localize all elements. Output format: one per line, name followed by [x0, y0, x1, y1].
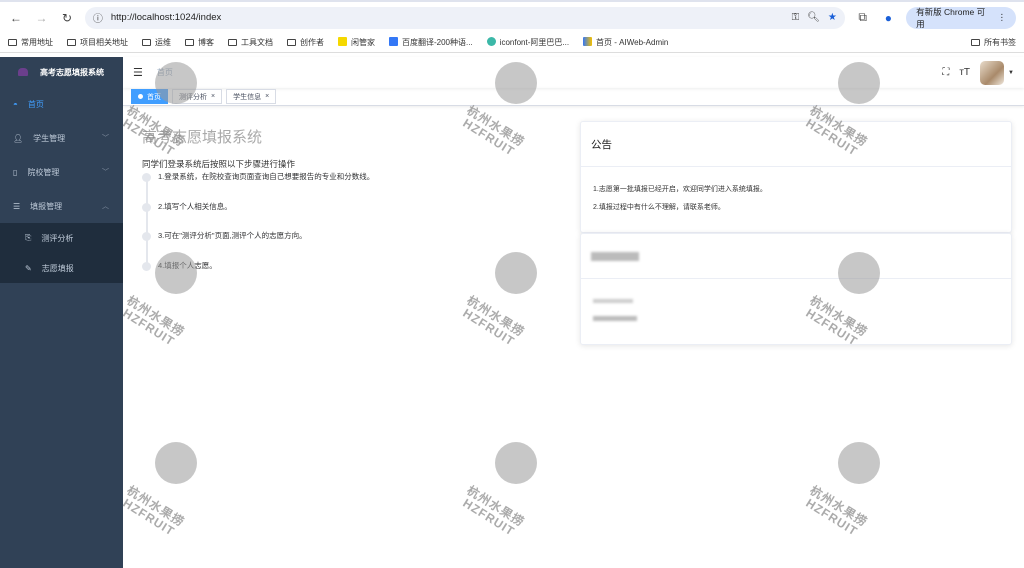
all-bookmarks[interactable]: 所有书签	[971, 37, 1016, 48]
folder-icon	[228, 39, 237, 46]
xianguanjia-icon	[338, 37, 347, 46]
bookmark[interactable]: 运维	[142, 37, 171, 48]
bookmark[interactable]: 百度翻译-200种语...	[389, 37, 473, 48]
back-icon[interactable]: ←	[8, 11, 24, 25]
menu-icon[interactable]: ⋮	[998, 12, 1007, 23]
info-icon[interactable]: ⓘ	[93, 10, 103, 25]
hamburger-icon[interactable]: ☰	[133, 66, 143, 79]
book-icon: ▯	[13, 167, 18, 177]
chrome-update-button[interactable]: 有新版 Chrome 可用 ⋮	[906, 6, 1016, 29]
app-title: 高考志愿填报系统	[40, 67, 104, 77]
profile-icon[interactable]: ●	[881, 11, 897, 25]
chevron-down-icon: ﹀	[102, 135, 109, 142]
aiweb-icon	[583, 37, 593, 46]
sidebar-item-applications[interactable]: ☰ 填报管理 ︿	[0, 189, 123, 223]
steps-timeline: 1.登录系统，在院校查询页面查询自己想要报告的专业和分数线。 2.填写个人相关信…	[142, 172, 374, 290]
breadcrumb[interactable]: 首页	[157, 67, 173, 78]
page-title: 高考志愿填报系统	[142, 129, 263, 146]
bookmark[interactable]: 工具文档	[228, 37, 273, 48]
bookmark[interactable]: 闲管家	[338, 37, 375, 48]
notice-card: 公告 1.志愿第一批填报已经开启，欢迎同学们进入系统填报。 2.填报过程中有什么…	[580, 121, 1012, 233]
blurred-card-title	[581, 234, 1011, 279]
reload-icon[interactable]: ↻	[59, 11, 75, 25]
app: 高考志愿填报系统 ◓ 首页 👤︎ 学生管理 ﹀ ▯ 院校管理 ﹀ ☰ 填报管理 ︿ ⎘ 测评分析…	[0, 57, 1024, 568]
sidebar-logo[interactable]: 高考志愿填报系统	[0, 57, 123, 87]
document-icon: ⎘	[25, 233, 32, 242]
dashboard: 高考志愿填报系统 同学们登录系统后按照以下步骤进行操作 1.登录系统，在院校查询…	[123, 106, 1024, 568]
sidebar-item-fill-application[interactable]: ✎ 志愿填报	[0, 253, 123, 283]
notice-line: 2.填报过程中有什么不理解，请联系老师。	[593, 204, 725, 211]
edit-icon: ✎	[25, 263, 32, 273]
timeline-item: 1.登录系统，在院校查询页面查询自己想要报告的专业和分数线。	[142, 172, 374, 202]
submenu: ⎘ 测评分析 ✎ 志愿填报	[0, 223, 123, 283]
fullscreen-icon[interactable]: ⛶	[942, 67, 949, 78]
avatar[interactable]	[980, 60, 1005, 85]
close-icon[interactable]: ×	[265, 93, 269, 100]
timeline-item: 2.填写个人相关信息。	[142, 202, 374, 232]
bookmark[interactable]: 常用地址	[8, 37, 53, 48]
timeline-item: 3.可在"测评分析"页面,测评个人的志愿方向。	[142, 231, 374, 261]
sidebar: 高考志愿填报系统 ◓ 首页 👤︎ 学生管理 ﹀ ▯ 院校管理 ﹀ ☰ 填报管理 ︿ ⎘ 测评分析…	[0, 57, 123, 568]
browser-toolbar: ← → ↻ ⓘ http://localhost:1024/index ⚿ 🔍︎…	[0, 0, 1024, 33]
sidebar-item-assessment[interactable]: ⎘ 测评分析	[0, 223, 123, 253]
iconfont-icon	[486, 37, 496, 46]
bookmark[interactable]: 博客	[185, 37, 214, 48]
timeline-item: 4.填报个人志愿。	[142, 261, 374, 291]
dashboard-icon: ◓	[13, 99, 18, 109]
zoom-icon[interactable]: 🔍︎	[807, 12, 820, 23]
tags-view: 首页 测评分析 × 学生信息 ×	[123, 88, 1024, 106]
folder-icon	[67, 39, 76, 46]
close-icon[interactable]: ×	[211, 93, 215, 100]
address-bar[interactable]: ⓘ http://localhost:1024/index ⚿ 🔍︎ ★	[84, 6, 845, 29]
url-text[interactable]: http://localhost:1024/index	[111, 12, 784, 23]
font-size-icon[interactable]: ᴛT	[959, 67, 970, 78]
folder-icon	[287, 39, 296, 46]
folder-icon	[142, 39, 151, 46]
bookmark[interactable]: 首页 - AIWeb-Admin	[583, 37, 668, 48]
caret-down-icon[interactable]: ▼	[1008, 70, 1014, 76]
key-icon[interactable]: ⚿	[792, 12, 800, 23]
extensions-icon[interactable]: ⧉	[855, 10, 871, 25]
notice-title: 公告	[581, 122, 1011, 167]
folder-icon	[971, 39, 980, 46]
chevron-up-icon: ︿	[102, 203, 109, 210]
intro-text: 同学们登录系统后按照以下步骤进行操作	[142, 159, 296, 169]
folder-icon	[185, 39, 194, 46]
blurred-card	[580, 233, 1012, 345]
list-icon: ☰	[13, 201, 21, 211]
tag-student-info[interactable]: 学生信息 ×	[226, 89, 277, 104]
tag-assessment[interactable]: 测评分析 ×	[172, 89, 223, 104]
update-label: 有新版 Chrome 可用	[916, 6, 986, 29]
folder-icon	[8, 39, 17, 46]
bookmark[interactable]: iconfont-阿里巴巴...	[486, 37, 569, 48]
main-area: ☰ 首页 ⛶ ᴛT ▼ 首页 测评分析 × 学生信息 × 高考志愿填报系统 同学们登…	[123, 57, 1024, 568]
logo-icon	[18, 68, 28, 76]
chevron-down-icon: ﹀	[102, 169, 109, 176]
bookmark-star-icon[interactable]: ★	[828, 12, 837, 23]
user-icon: 👤︎	[13, 133, 24, 143]
forward-icon[interactable]: →	[34, 11, 50, 25]
translate-icon	[389, 37, 398, 46]
sidebar-item-home[interactable]: ◓ 首页	[0, 87, 123, 121]
bookmark[interactable]: 项目相关地址	[67, 37, 128, 48]
navbar: ☰ 首页 ⛶ ᴛT ▼	[123, 57, 1024, 88]
bookmarks-bar: 常用地址 项目相关地址 运维 博客 工具文档 创作者 闲管家 百度翻译-200种…	[0, 33, 1024, 53]
notice-line: 1.志愿第一批填报已经开启，欢迎同学们进入系统填报。	[593, 186, 767, 193]
sidebar-item-schools[interactable]: ▯ 院校管理 ﹀	[0, 155, 123, 189]
bookmark[interactable]: 创作者	[287, 37, 324, 48]
tag-home[interactable]: 首页	[131, 89, 168, 104]
sidebar-item-students[interactable]: 👤︎ 学生管理 ﹀	[0, 121, 123, 155]
